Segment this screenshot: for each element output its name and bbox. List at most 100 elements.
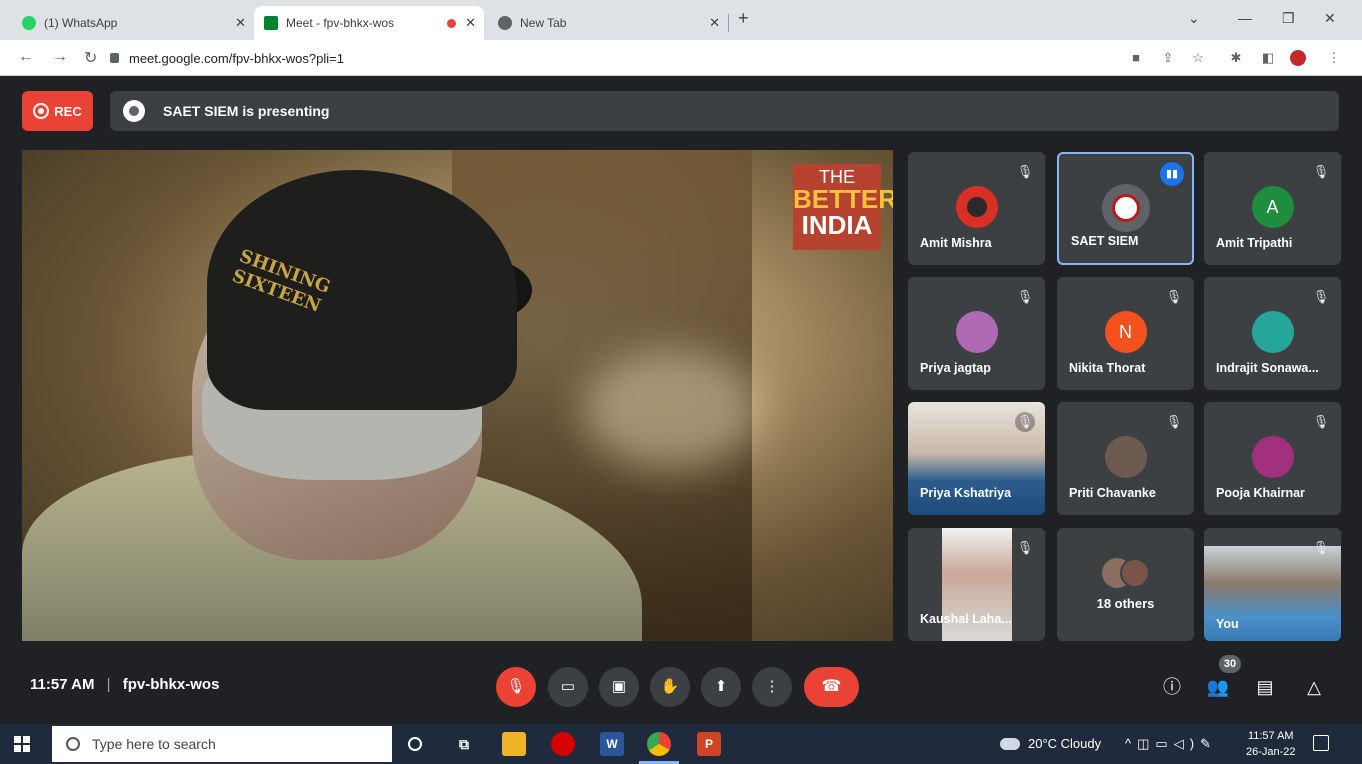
participant-tile[interactable]: 🎙 Kaushal Laha... — [908, 528, 1045, 641]
meet-tray-icon[interactable]: ◫ — [1137, 736, 1155, 751]
camera-icon: ▭ — [560, 678, 576, 695]
avatar — [1101, 184, 1150, 232]
mic-off-icon: 🎙 — [1165, 289, 1183, 304]
close-tab-icon[interactable]: ✕ — [235, 15, 246, 31]
self-tile[interactable]: 🎙 You — [1204, 528, 1341, 641]
cloud-icon — [1000, 737, 1020, 750]
tab-whatsapp[interactable]: (1) WhatsApp ✕ — [12, 6, 255, 40]
restore-icon[interactable]: ❐ — [1282, 10, 1295, 27]
captions-button[interactable]: ▣ — [599, 667, 639, 707]
menu-kebab-icon[interactable]: ⋮ — [1326, 50, 1342, 66]
back-icon[interactable]: ← — [18, 48, 34, 66]
participant-tile[interactable]: 🎙 Amit Mishra — [908, 152, 1045, 265]
file-explorer-icon[interactable] — [502, 732, 526, 756]
participant-tile[interactable]: 🎙 Priya Kshatriya — [908, 402, 1045, 515]
notifications-icon[interactable] — [1313, 735, 1329, 751]
pen-icon[interactable]: ✎ — [1200, 736, 1217, 751]
taskbar-clock[interactable]: 11:57 AM 26-Jan-22 — [1246, 728, 1296, 760]
chevron-up-icon[interactable]: ^ — [1125, 736, 1137, 751]
word-icon[interactable]: W — [600, 732, 624, 756]
close-window-icon[interactable]: ✕ — [1324, 10, 1336, 27]
participant-name: Priti Chavanke — [1069, 486, 1156, 500]
side-panel-icon[interactable]: ◧ — [1260, 50, 1276, 66]
more-options-button[interactable]: ⋮ — [752, 667, 792, 707]
chat-icon[interactable]: ▤ — [1253, 675, 1277, 699]
participant-tile[interactable]: 🎙 Priti Chavanke — [1057, 402, 1194, 515]
record-icon — [33, 103, 50, 119]
extensions-icon[interactable]: ✱ — [1228, 50, 1244, 66]
address-bar: ← → ↻ meet.google.com/fpv-bhkx-wos?pli=1… — [0, 40, 1362, 76]
reload-icon[interactable]: ↻ — [84, 48, 97, 68]
leave-call-button[interactable]: ☎ — [804, 667, 859, 707]
tab-new-tab[interactable]: New Tab ✕ — [488, 6, 729, 40]
participant-tile[interactable]: 🎙 Indrajit Sonawa... — [1204, 277, 1341, 390]
mic-off-icon: 🎙 — [506, 678, 526, 695]
avatar — [1251, 311, 1294, 353]
presenting-text: SAET SIEM is presenting — [163, 103, 330, 119]
windows-taskbar: Type here to search ⧉ W P 20°C Cloudy ^◫… — [0, 724, 1362, 764]
people-icon[interactable]: 👥 — [1206, 675, 1230, 699]
cortana-icon[interactable] — [408, 737, 422, 751]
participant-name: You — [1216, 617, 1239, 631]
tab-title: (1) WhatsApp — [44, 16, 118, 30]
tab-search-icon[interactable]: ⌄ — [1188, 10, 1200, 27]
participant-count-badge: 30 — [1219, 655, 1241, 673]
recording-badge[interactable]: REC — [22, 91, 93, 131]
participant-tile[interactable]: 🎙 Priya jagtap — [908, 277, 1045, 390]
mic-off-icon: 🎙 — [1312, 289, 1330, 304]
camera-toggle-button[interactable]: ▭ — [548, 667, 588, 707]
tab-meet[interactable]: Meet - fpv-bhkx-wos ✕ — [254, 6, 484, 40]
others-count: 18 others — [1096, 596, 1155, 611]
participant-name: SAET SIEM — [1071, 234, 1139, 248]
profile-avatar[interactable] — [1290, 50, 1306, 66]
new-tab-icon[interactable]: + — [738, 8, 749, 29]
windows-start-icon[interactable] — [14, 736, 30, 752]
raise-hand-button[interactable]: ✋ — [650, 667, 690, 707]
meeting-info-icon[interactable]: ⓘ — [1160, 675, 1184, 699]
tab-title: New Tab — [520, 16, 567, 30]
mic-off-icon: 🎙 — [1312, 540, 1330, 555]
avatar — [1119, 558, 1150, 588]
forward-icon[interactable]: → — [52, 48, 68, 66]
close-tab-icon[interactable]: ✕ — [465, 15, 476, 31]
participant-tile[interactable]: 🎙 Pooja Khairnar — [1204, 402, 1341, 515]
close-tab-icon[interactable]: ✕ — [709, 15, 720, 31]
activities-icon[interactable]: △ — [1302, 675, 1326, 699]
present-button[interactable]: ⬆ — [701, 667, 741, 707]
task-view-icon[interactable]: ⧉ — [452, 732, 476, 756]
url-field[interactable]: meet.google.com/fpv-bhkx-wos?pli=1 — [110, 44, 1110, 72]
search-icon — [66, 737, 80, 751]
others-tile[interactable]: 18 others — [1057, 528, 1194, 641]
opera-icon[interactable] — [551, 732, 575, 756]
participant-tile[interactable]: 🎙 N Nikita Thorat — [1057, 277, 1194, 390]
participant-tile[interactable]: 🎙 A Amit Tripathi — [1204, 152, 1341, 265]
volume-icon[interactable]: ◁) — [1174, 736, 1200, 751]
url-text: meet.google.com/fpv-bhkx-wos?pli=1 — [129, 50, 344, 66]
bookmark-star-icon[interactable]: ☆ — [1190, 50, 1206, 66]
system-tray[interactable]: ^◫▭◁)✎ — [1125, 736, 1217, 752]
share-icon[interactable]: ⇪ — [1160, 50, 1176, 66]
mic-off-icon: 🎙 — [1016, 164, 1034, 179]
meeting-time: 11:57 AM — [30, 676, 95, 693]
taskbar-search-box[interactable]: Type here to search — [52, 726, 392, 762]
presenting-banner: SAET SIEM is presenting — [110, 91, 1339, 131]
avatar — [1251, 436, 1294, 478]
powerpoint-icon[interactable]: P — [697, 732, 721, 756]
avatar-photo — [966, 197, 987, 217]
participant-name: Priya jagtap — [920, 361, 991, 375]
mic-toggle-button[interactable]: 🎙 — [496, 667, 536, 707]
mic-off-icon: 🎙 — [1312, 164, 1330, 179]
meeting-code: fpv-bhkx-wos — [122, 676, 220, 693]
mic-off-icon: 🎙 — [1165, 414, 1183, 429]
minimize-icon[interactable]: — — [1238, 10, 1252, 26]
network-icon[interactable]: ▭ — [1155, 736, 1173, 751]
separator: | — [106, 676, 111, 693]
weather-widget[interactable]: 20°C Cloudy — [1000, 736, 1101, 751]
clock-time: 11:57 AM — [1247, 730, 1294, 742]
saet-siem-logo — [1111, 194, 1140, 222]
chrome-taskbar-icon[interactable] — [639, 732, 679, 764]
participant-tile-active-speaker[interactable]: ▮▮ SAET SIEM — [1057, 152, 1194, 265]
participant-name: Indrajit Sonawa... — [1216, 361, 1319, 375]
avatar — [955, 186, 998, 228]
camera-in-use-icon[interactable]: ■ — [1128, 50, 1144, 66]
